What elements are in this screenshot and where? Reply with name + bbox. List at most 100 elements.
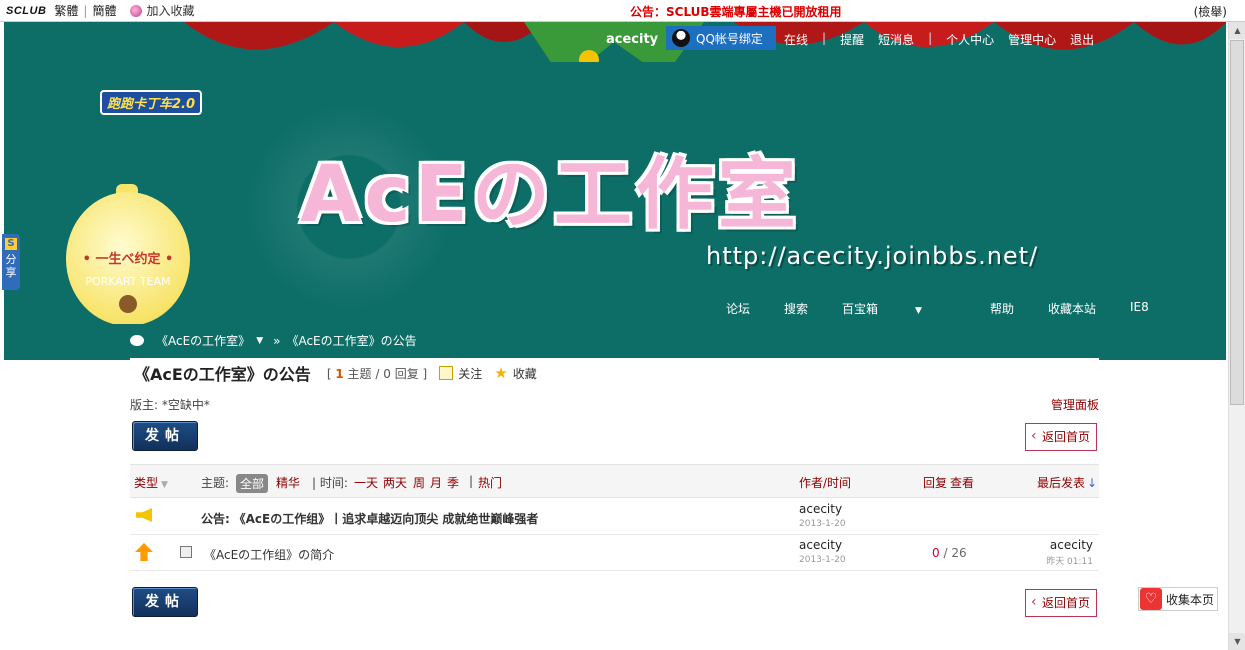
bracket: ] (422, 366, 428, 381)
new-post-button[interactable]: 发帖 (132, 421, 198, 451)
thread-counts-divider: / (943, 546, 948, 560)
nav-bookmark[interactable]: 收藏本站 (1048, 300, 1096, 317)
sort-down-icon: ↓ (1087, 476, 1098, 490)
bell-knob (119, 295, 137, 313)
view-header[interactable]: 查看 (950, 474, 974, 491)
last-post-date[interactable]: 昨天 01:11 (1046, 554, 1093, 567)
filter-hot[interactable]: 热门 (478, 474, 502, 491)
admin-panel-link[interactable]: 管理面板 (1051, 396, 1099, 413)
home-icon[interactable] (130, 335, 144, 346)
report-link[interactable]: (檢舉) (1194, 3, 1227, 20)
thread-title-cell: 公告: 《AcEの工作组》丨追求卓越迈向顶尖 成就绝世巅峰强者 (201, 510, 538, 527)
nav-help[interactable]: 帮助 (990, 300, 1014, 317)
username-link[interactable]: acecity (606, 32, 658, 47)
share-tab[interactable]: S 分 享 (2, 234, 20, 290)
thread-checkbox[interactable] (180, 546, 192, 558)
stats-divider: / (375, 366, 380, 381)
favorite-button[interactable]: ★ 收藏 (494, 364, 536, 382)
divider: | (822, 31, 827, 45)
admin-center-link[interactable]: 管理中心 (1008, 31, 1056, 48)
nav-search[interactable]: 搜索 (784, 300, 808, 317)
filter-week[interactable]: 周 (413, 474, 425, 491)
profile-link[interactable]: 个人中心 (946, 31, 994, 48)
topic-filter-label: 主题: (201, 476, 230, 490)
thread-title[interactable]: 《AcEの工作组》丨追求卓越迈向顶尖 成就绝世巅峰强者 (234, 512, 539, 526)
up-arrow-icon (135, 543, 153, 561)
type-filter[interactable]: 类型 ▼ (134, 474, 168, 491)
filter-one-day[interactable]: 一天 (354, 474, 378, 491)
filter-all[interactable]: 全部 (236, 474, 269, 493)
new-post-button-bottom[interactable]: 发帖 (132, 587, 198, 617)
replies-label: 回复 (394, 366, 419, 381)
breadcrumb-current[interactable]: 《AcEの工作室》の公告 (286, 332, 416, 349)
thread-date: 2013-1-20 (799, 555, 846, 565)
chevron-down-icon[interactable]: ▼ (256, 336, 263, 346)
qq-bind-label: QQ帐号绑定 (696, 31, 763, 46)
thread-author[interactable]: acecity (799, 538, 842, 552)
forum-stats: [ 1 主题 / 0 回复 ] (327, 365, 427, 382)
simplified-chinese-link[interactable]: 簡體 (92, 2, 116, 19)
thread-author[interactable]: acecity (799, 502, 842, 516)
forum-content: 《AcEの工作室》の公告 [ 1 主题 / 0 回复 ] 关注 ★ 收藏 版主:… (130, 358, 1099, 650)
announcement-link[interactable]: 公告：SCLUB雲端專屬主機已開放租用 (630, 3, 842, 20)
scroll-up-icon[interactable]: ▲ (1229, 22, 1245, 39)
heart-icon: ♡ (1140, 588, 1162, 610)
thread-views: 26 (951, 546, 967, 560)
time-filter-label: | 时间: (312, 476, 348, 490)
reply-header[interactable]: 回复 (923, 474, 947, 491)
topics-label: 主题 (347, 366, 372, 381)
add-favorite-link[interactable]: 加入收藏 (130, 2, 194, 19)
moderator-info: 版主: *空缺中* (130, 398, 210, 412)
collect-page-button[interactable]: ♡ 收集本页 (1138, 587, 1218, 611)
bell-slogan: • 一生べ约定 • (82, 252, 174, 267)
thread-title[interactable]: 《AcEの工作组》の简介 (204, 546, 334, 563)
share-label-top: 分 (5, 253, 17, 266)
follow-button[interactable]: 关注 (439, 365, 482, 382)
favorite-label: 收藏 (512, 366, 537, 381)
user-nav: 在线 | 提醒 短消息 | 个人中心 管理中心 退出 (784, 31, 1108, 48)
thread-filter-bar: 类型 ▼ 主题: 全部 精华 | 时间: 一天 两天 周 月 季 | 热门 作者/… (130, 464, 1099, 498)
share-label-bottom: 享 (5, 266, 17, 279)
nav-ie8[interactable]: IE8 (1130, 300, 1149, 317)
sclub-logo[interactable]: SCLUB (6, 5, 46, 17)
qq-bind-button[interactable]: QQ帐号绑定 (666, 26, 776, 50)
thread-counts: 0 / 26 (932, 546, 967, 560)
divider: | (928, 31, 933, 45)
announcement-icon (136, 508, 152, 522)
share-icon: S (5, 238, 17, 250)
collect-page-label: 收集本页 (1166, 592, 1215, 607)
nav-toolbox[interactable]: 百宝箱 ▼ (842, 300, 956, 317)
favorite-icon (130, 4, 143, 17)
filter-season[interactable]: 季 (447, 474, 459, 491)
filter-month[interactable]: 月 (430, 474, 442, 491)
vertical-scrollbar[interactable]: ▲ ▼ (1228, 22, 1245, 650)
filter-digest[interactable]: 精华 (276, 474, 300, 491)
filter-two-days[interactable]: 两天 (383, 474, 407, 491)
logout-link[interactable]: 退出 (1070, 31, 1094, 48)
breadcrumb-forum[interactable]: 《AcEの工作室》 (156, 332, 250, 349)
traditional-chinese-link[interactable]: 繁體 (54, 2, 78, 19)
scrollbar-thumb[interactable] (1230, 40, 1244, 405)
messages-link[interactable]: 短消息 (878, 31, 914, 48)
back-home-button-bottom[interactable]: 返回首页 (1025, 589, 1097, 617)
star-icon: ★ (494, 364, 508, 382)
online-link[interactable]: 在线 (784, 31, 808, 48)
nav-toolbox-label: 百宝箱 (842, 302, 879, 316)
table-row[interactable]: 《AcEの工作组》の简介 acecity 2013-1-20 0 / 26 ac… (130, 535, 1099, 571)
table-row[interactable]: 公告: 《AcEの工作组》丨追求卓越迈向顶尖 成就绝世巅峰强者 acecity … (130, 499, 1099, 535)
nav-forum[interactable]: 论坛 (726, 300, 750, 317)
breadcrumb: 《AcEの工作室》 ▼ » 《AcEの工作室》の公告 (130, 332, 417, 349)
chevron-down-icon: ▼ (161, 480, 168, 490)
breadcrumb-separator: » (273, 333, 281, 348)
author-time-header[interactable]: 作者/时间 (799, 474, 851, 491)
scroll-down-icon[interactable]: ▼ (1229, 633, 1245, 650)
bracket: [ (326, 366, 332, 381)
replies-count: 0 (383, 366, 391, 381)
last-post-author[interactable]: acecity (1050, 538, 1093, 552)
game-logo: 跑跑卡丁车2.0 (100, 90, 203, 115)
last-post-header[interactable]: 最后发表 ↓ (1037, 474, 1097, 491)
reminder-link[interactable]: 提醒 (840, 31, 864, 48)
back-home-button[interactable]: 返回首页 (1025, 423, 1097, 451)
site-title[interactable]: AcEの工作室 (300, 132, 800, 244)
forum-title[interactable]: 《AcEの工作室》の公告 (134, 361, 311, 385)
